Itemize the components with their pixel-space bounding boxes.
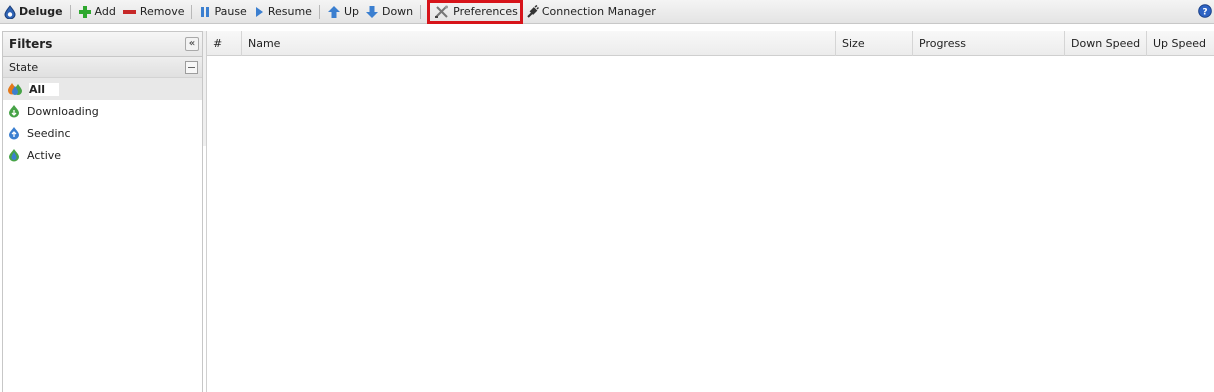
- brand-label: Deluge: [19, 5, 63, 18]
- active-icon: [9, 149, 19, 162]
- pause-button[interactable]: Pause: [196, 1, 249, 23]
- collapse-panel-button[interactable]: «: [185, 37, 199, 51]
- downloading-icon: [9, 105, 19, 118]
- deluge-logo-icon: [4, 4, 16, 19]
- help-button[interactable]: ?: [1198, 4, 1212, 21]
- add-label: Add: [94, 5, 116, 18]
- filter-item-active[interactable]: Active: [3, 144, 202, 166]
- preferences-label: Preferences: [453, 5, 518, 18]
- state-label: State: [9, 60, 39, 74]
- remove-button[interactable]: Remove: [119, 1, 188, 23]
- filter-label: Seedinc: [27, 126, 71, 140]
- pause-icon: [201, 6, 210, 17]
- column-label: Progress: [919, 37, 966, 50]
- connection-manager-button[interactable]: Connection Manager: [523, 1, 659, 23]
- preferences-button[interactable]: Preferences: [427, 0, 523, 24]
- resume-label: Resume: [267, 5, 312, 18]
- filter-label: Active: [27, 148, 62, 162]
- remove-icon: [122, 9, 136, 14]
- filter-label: Downloading: [27, 104, 99, 118]
- column-header-number[interactable]: #: [207, 31, 242, 56]
- toolbar-separator: [69, 4, 71, 19]
- connection-manager-label: Connection Manager: [541, 5, 656, 18]
- filters-title: Filters: [9, 37, 53, 51]
- torrent-grid: # Name Size Progress Down Speed Up Speed: [203, 31, 1214, 392]
- filters-header: Filters «: [3, 32, 202, 57]
- double-chevron-left-icon: «: [188, 38, 196, 49]
- pause-label: Pause: [214, 5, 247, 18]
- column-label: Up Speed: [1153, 37, 1207, 50]
- column-header-down-speed[interactable]: Down Speed: [1065, 31, 1147, 56]
- all-torrents-icon: [8, 83, 22, 95]
- column-label: #: [213, 37, 223, 50]
- column-header-size[interactable]: Size: [836, 31, 913, 56]
- add-icon: [78, 5, 91, 18]
- toolbar: Deluge Add Remove Pause Resume Up Down P…: [0, 0, 1214, 24]
- filter-item-all[interactable]: All: [3, 78, 202, 100]
- column-header-up-speed[interactable]: Up Speed: [1147, 31, 1214, 56]
- filter-item-seeding[interactable]: Seedinc: [3, 122, 202, 144]
- seeding-icon: [9, 127, 19, 140]
- svg-text:?: ?: [1202, 8, 1207, 18]
- down-arrow-icon: [365, 5, 378, 18]
- column-label: Down Speed: [1071, 37, 1141, 50]
- move-up-button[interactable]: Up: [324, 1, 362, 23]
- minus-icon: [188, 67, 195, 68]
- move-down-button[interactable]: Down: [362, 1, 416, 23]
- toolbar-separator: [318, 4, 320, 19]
- help-icon: ?: [1198, 4, 1212, 18]
- resume-button[interactable]: Resume: [250, 1, 315, 23]
- resume-icon: [255, 6, 263, 17]
- down-label: Down: [381, 5, 414, 18]
- state-section-header[interactable]: State: [3, 57, 202, 78]
- toolbar-separator: [420, 4, 422, 19]
- up-label: Up: [343, 5, 359, 18]
- preferences-icon: [435, 5, 449, 18]
- remove-label: Remove: [139, 5, 185, 18]
- deluge-brand: Deluge: [0, 1, 66, 23]
- filter-item-downloading[interactable]: Downloading: [3, 100, 202, 122]
- add-button[interactable]: Add: [75, 1, 119, 23]
- column-header-name[interactable]: Name: [242, 31, 836, 56]
- up-arrow-icon: [327, 5, 340, 18]
- toolbar-separator: [191, 4, 193, 19]
- column-label: Size: [842, 37, 865, 50]
- column-label: Name: [248, 37, 281, 50]
- filter-label: All: [29, 82, 60, 96]
- filters-panel: Filters « State All Downloading Seedinc …: [2, 31, 203, 392]
- collapse-state-button[interactable]: [185, 61, 198, 74]
- column-header-progress[interactable]: Progress: [913, 31, 1065, 56]
- connection-plug-icon: [527, 4, 539, 18]
- grid-header: # Name Size Progress Down Speed Up Speed: [207, 31, 1214, 56]
